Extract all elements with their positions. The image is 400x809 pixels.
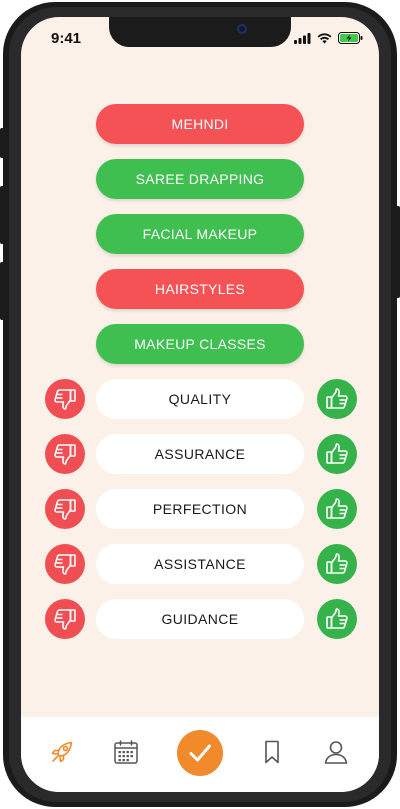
thumbs-up-icon bbox=[326, 443, 348, 464]
battery-icon bbox=[338, 32, 363, 44]
check-icon bbox=[189, 744, 211, 762]
service-label: MAKEUP CLASSES bbox=[134, 336, 266, 352]
like-button[interactable] bbox=[317, 544, 357, 584]
thumbs-down-icon bbox=[54, 554, 76, 575]
service-label: FACIAL MAKEUP bbox=[142, 226, 258, 242]
rating-row-perfection: PERFECTION bbox=[21, 488, 379, 530]
like-button[interactable] bbox=[317, 434, 357, 474]
side-button-power bbox=[396, 206, 400, 298]
tab-profile[interactable] bbox=[319, 735, 353, 769]
service-button-mehndi[interactable]: MEHNDI bbox=[96, 104, 304, 144]
rocket-icon bbox=[51, 741, 73, 763]
tab-rocket[interactable] bbox=[45, 735, 79, 769]
rating-label: QUALITY bbox=[96, 379, 304, 419]
wifi-icon bbox=[317, 32, 332, 43]
like-button[interactable] bbox=[317, 379, 357, 419]
bottom-tab-bar bbox=[21, 717, 379, 792]
side-button-mute bbox=[0, 128, 4, 158]
user-icon bbox=[324, 741, 348, 764]
rating-label-text: QUALITY bbox=[168, 391, 232, 407]
tab-bookmark[interactable] bbox=[255, 735, 289, 769]
status-time: 9:41 bbox=[51, 30, 82, 47]
rating-label: PERFECTION bbox=[96, 489, 304, 529]
camera-icon bbox=[237, 24, 247, 34]
service-label: SAREE DRAPPING bbox=[135, 171, 265, 187]
service-label: MEHNDI bbox=[171, 116, 229, 132]
tab-calendar[interactable] bbox=[109, 735, 143, 769]
dislike-button[interactable] bbox=[45, 599, 85, 639]
notch bbox=[109, 17, 291, 47]
service-label: HAIRSTYLES bbox=[154, 281, 246, 297]
thumbs-up-icon bbox=[326, 608, 348, 629]
dislike-button[interactable] bbox=[45, 379, 85, 419]
rating-label: ASSURANCE bbox=[96, 434, 304, 474]
thumbs-up-icon bbox=[326, 388, 348, 409]
thumbs-down-icon bbox=[54, 444, 76, 465]
dislike-button[interactable] bbox=[45, 489, 85, 529]
thumbs-up-icon bbox=[326, 498, 348, 519]
rating-label-text: ASSURANCE bbox=[154, 446, 246, 462]
rating-row-quality: QUALITY bbox=[21, 378, 379, 420]
service-button-makeup-classes[interactable]: MAKEUP CLASSES bbox=[96, 324, 304, 364]
rating-label: ASSISTANCE bbox=[96, 544, 304, 584]
status-icons bbox=[294, 32, 363, 44]
tab-confirm-button[interactable] bbox=[177, 730, 223, 776]
rating-label-text: GUIDANCE bbox=[161, 611, 239, 627]
side-button-volume-up bbox=[0, 186, 4, 244]
app-screen: 9:41 MEHNDI SAREE DRAPPING FACIAL MAKEUP bbox=[21, 17, 379, 792]
rating-label: GUIDANCE bbox=[96, 599, 304, 639]
side-button-volume-down bbox=[0, 262, 4, 320]
bookmark-icon bbox=[265, 740, 279, 764]
dislike-button[interactable] bbox=[45, 544, 85, 584]
rating-label-text: ASSISTANCE bbox=[154, 556, 246, 572]
like-button[interactable] bbox=[317, 599, 357, 639]
rating-row-assurance: ASSURANCE bbox=[21, 433, 379, 475]
calendar-icon bbox=[114, 740, 138, 764]
signal-icon bbox=[294, 32, 311, 44]
thumbs-down-icon bbox=[54, 499, 76, 520]
service-button-facial-makeup[interactable]: FACIAL MAKEUP bbox=[96, 214, 304, 254]
service-button-saree-drapping[interactable]: SAREE DRAPPING bbox=[96, 159, 304, 199]
thumbs-up-icon bbox=[326, 553, 348, 574]
dislike-button[interactable] bbox=[45, 434, 85, 474]
thumbs-down-icon bbox=[54, 389, 76, 410]
rating-label-text: PERFECTION bbox=[152, 501, 248, 517]
rating-row-guidance: GUIDANCE bbox=[21, 598, 379, 640]
service-button-hairstyles[interactable]: HAIRSTYLES bbox=[96, 269, 304, 309]
thumbs-down-icon bbox=[54, 609, 76, 630]
like-button[interactable] bbox=[317, 489, 357, 529]
rating-row-assistance: ASSISTANCE bbox=[21, 543, 379, 585]
